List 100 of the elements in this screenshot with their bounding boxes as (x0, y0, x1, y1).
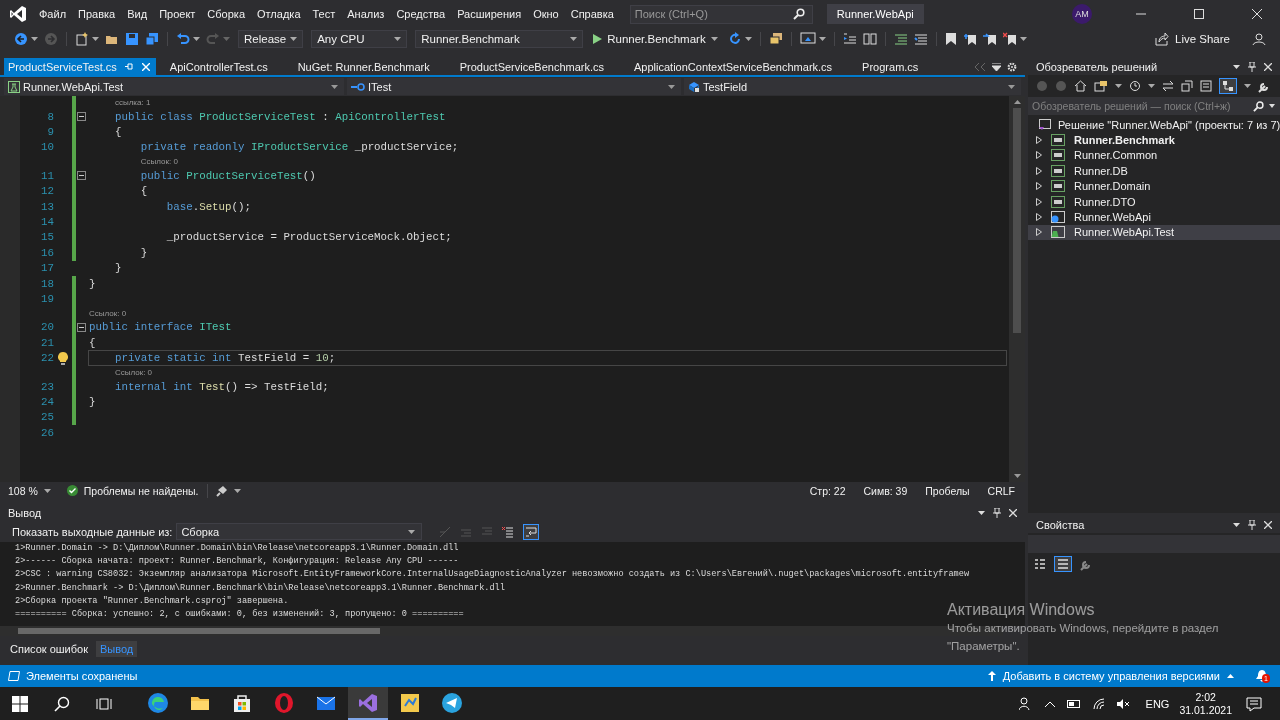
project-node[interactable]: Runner.DB (1074, 164, 1128, 177)
document-tab[interactable]: ApiControllerTest.cs (165, 58, 288, 75)
maximize-icon[interactable] (1194, 9, 1204, 19)
save-all-icon[interactable] (145, 32, 159, 46)
back-icon[interactable] (14, 32, 28, 46)
collapse-icon[interactable] (77, 171, 86, 181)
clock-time[interactable]: 2:02 (1195, 690, 1216, 704)
new-item-icon[interactable] (75, 32, 89, 46)
history-icon[interactable] (1129, 80, 1141, 92)
input-language[interactable]: ENG (1145, 697, 1170, 710)
menu-item[interactable]: Сборка (207, 8, 245, 20)
menu-item[interactable]: Анализ (347, 8, 385, 20)
document-tab[interactable]: ProductServiceBenchmark.cs (455, 58, 624, 75)
document-tab[interactable]: NuGet: Runner.Benchmark (293, 58, 450, 75)
next-bookmark-icon[interactable] (982, 32, 997, 46)
home-icon[interactable] (1074, 80, 1087, 92)
zoom-level[interactable]: 108 % (8, 484, 38, 497)
feedback-icon[interactable] (1252, 32, 1266, 46)
sync-icon[interactable] (1162, 80, 1174, 92)
word-wrap-button[interactable] (523, 523, 540, 540)
project-node[interactable]: Runner.Benchmark (1074, 134, 1175, 147)
bookmark-icon[interactable] (944, 32, 957, 46)
categorized-icon[interactable] (1034, 558, 1046, 570)
close-icon[interactable] (1264, 520, 1272, 529)
document-tab[interactable]: Program.cs (858, 58, 939, 75)
previous-bookmark-icon[interactable] (962, 32, 977, 46)
avatar[interactable]: AM (1072, 4, 1092, 24)
clear-all-icon[interactable] (502, 525, 515, 538)
collapse-icon[interactable] (77, 322, 86, 332)
clear-bookmarks-icon[interactable] (1002, 32, 1017, 46)
code-lens[interactable]: ссылка: 1 (114, 98, 151, 107)
source-control-button[interactable]: Добавить в систему управления версиями (987, 670, 1234, 682)
collapse-icon[interactable] (77, 112, 86, 122)
search-icon[interactable] (54, 695, 70, 712)
document-tab[interactable]: ApplicationContextServiceBenchmark.cs (630, 58, 853, 75)
menu-item[interactable]: Отладка (257, 8, 301, 20)
pin-icon[interactable] (1248, 519, 1256, 530)
caret-icon[interactable] (818, 37, 826, 41)
scroll-up-icon[interactable] (1013, 100, 1021, 104)
comment-icon[interactable] (893, 32, 908, 46)
solution-node[interactable]: Решение "Runner.WebApi" (проекты: 7 из 7) (1058, 118, 1280, 131)
close-icon[interactable] (1252, 9, 1262, 19)
project-node[interactable]: Runner.Domain (1074, 180, 1151, 193)
volume-muted-icon[interactable] (1116, 697, 1130, 710)
search-field[interactable]: Обозреватель решений — поиск (Ctrl+ж) (1028, 97, 1280, 115)
columns-icon[interactable] (862, 32, 877, 46)
project-node[interactable]: Runner.WebApi (1074, 211, 1151, 224)
files-icon[interactable] (1200, 80, 1212, 92)
wifi-icon[interactable] (1092, 697, 1105, 710)
startup-project-dropdown[interactable]: Runner.Benchmark (415, 30, 584, 48)
project-dropdown[interactable]: Runner.WebApi.Test (4, 78, 344, 95)
whitespace-mode[interactable]: Пробелы (925, 484, 970, 497)
chevron-up-icon[interactable] (1044, 700, 1055, 707)
menu-item[interactable]: Средства (396, 8, 446, 20)
outdent-icon[interactable] (842, 32, 857, 46)
code-lens[interactable]: Ссылок: 0 (89, 308, 127, 318)
uncomment-icon[interactable] (913, 32, 928, 46)
task-view-icon[interactable] (96, 695, 112, 712)
dropdown-icon[interactable] (1233, 64, 1240, 69)
project-node[interactable]: Runner.DTO (1074, 195, 1136, 208)
caret-icon[interactable] (1244, 84, 1251, 88)
menu-item[interactable]: Файл (39, 8, 67, 20)
member-dropdown[interactable]: TestField (684, 78, 1021, 95)
undo-icon[interactable] (176, 32, 190, 46)
caret-icon[interactable] (744, 37, 752, 41)
output-source-dropdown[interactable]: Сборка (176, 523, 423, 540)
caret-icon[interactable] (1148, 84, 1155, 88)
scroll-thumb[interactable] (1013, 108, 1021, 333)
live-share-button[interactable]: Live Share (1149, 31, 1236, 47)
menu-item[interactable]: Правка (78, 8, 116, 20)
selected-row[interactable]: Runner.WebApi.Test (1028, 224, 1280, 241)
refresh-icon[interactable] (727, 32, 742, 46)
close-icon[interactable] (1264, 62, 1272, 71)
menu-item[interactable]: Тест (312, 8, 336, 20)
monitor-icon[interactable] (799, 32, 816, 46)
search-field[interactable]: Поиск (Ctrl+Q) (629, 4, 813, 24)
issues-status[interactable]: Проблемы не найдены. (83, 484, 199, 497)
start-icon[interactable] (12, 695, 28, 712)
dropdown-icon[interactable] (992, 62, 1001, 71)
code-lens[interactable]: Ссылок: 0 (140, 157, 178, 167)
scrollbar[interactable] (1009, 96, 1025, 482)
code-lens[interactable]: Ссылок: 0 (114, 367, 153, 377)
brush-icon[interactable] (215, 484, 228, 497)
lightbulb-icon[interactable] (58, 351, 68, 365)
scroll-down-icon[interactable] (1013, 474, 1021, 478)
project-node[interactable]: Runner.WebApi.Test (1074, 226, 1175, 239)
save-icon[interactable] (125, 32, 139, 46)
folders-icon[interactable] (768, 32, 783, 46)
project-node[interactable]: Runner.Common (1074, 149, 1158, 162)
caret-icon[interactable] (31, 37, 38, 41)
alphabetical-button[interactable] (1054, 556, 1072, 572)
caret-icon[interactable] (92, 37, 99, 41)
line-endings[interactable]: CRLF (987, 484, 1015, 497)
menu-item[interactable]: Справка (570, 8, 614, 20)
panel-tab[interactable]: Список ошибок (6, 641, 92, 657)
type-dropdown[interactable]: ITest (347, 78, 681, 95)
caret-icon[interactable] (1269, 104, 1275, 108)
clock-date[interactable]: 31.01.2021 (1179, 703, 1232, 717)
action-center-icon[interactable] (1246, 695, 1262, 712)
close-icon[interactable] (1009, 508, 1017, 517)
